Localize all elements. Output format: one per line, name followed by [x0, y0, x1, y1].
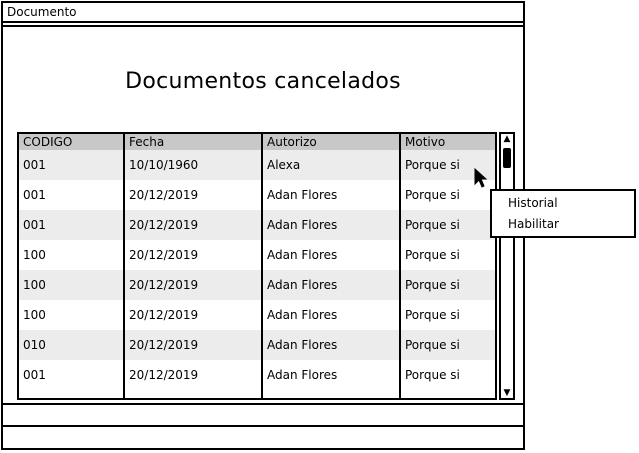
triangle-down-icon[interactable]: ▼: [502, 388, 512, 398]
table-row[interactable]: 001 20/12/2019 Adan Flores Porque si: [19, 360, 495, 390]
cell-codigo: 001: [23, 368, 46, 382]
menu-item-habilitar[interactable]: Habilitar: [508, 216, 559, 232]
window-toolbar-strip: [3, 23, 523, 27]
cell-codigo: 001: [23, 188, 46, 202]
column-divider: [261, 134, 263, 398]
cell-motivo: Porque si: [405, 278, 460, 292]
window-titlebar: Documento: [3, 3, 523, 23]
cell-motivo: Porque si: [405, 218, 460, 232]
cell-autorizo: Adan Flores: [267, 278, 338, 292]
window-title: Documento: [7, 5, 77, 19]
cell-autorizo: Adan Flores: [267, 218, 338, 232]
table-scrollbar[interactable]: ▲ ▼: [499, 132, 515, 400]
table-header: CODIGO Fecha Autorizo Motivo: [19, 134, 495, 150]
column-divider: [123, 134, 125, 398]
cell-autorizo: Adan Flores: [267, 338, 338, 352]
cell-codigo: 001: [23, 218, 46, 232]
cell-motivo: Porque si: [405, 308, 460, 322]
cell-fecha: 20/12/2019: [129, 218, 199, 232]
cell-codigo: 010: [23, 338, 46, 352]
cell-codigo: 100: [23, 248, 46, 262]
cell-autorizo: Adan Flores: [267, 308, 338, 322]
column-header-motivo[interactable]: Motivo: [401, 134, 495, 150]
cell-motivo: Porque si: [405, 248, 460, 262]
cell-motivo: Porque si: [405, 368, 460, 382]
cell-fecha: 10/10/1960: [129, 158, 199, 172]
cell-fecha: 20/12/2019: [129, 188, 199, 202]
menu-item-historial[interactable]: Historial: [508, 195, 558, 211]
triangle-up-icon[interactable]: ▲: [502, 134, 512, 144]
mouse-pointer-icon: [474, 168, 488, 188]
table-row[interactable]: 100 20/12/2019 Adan Flores Porque si: [19, 300, 495, 330]
status-bar: [3, 403, 523, 427]
column-divider: [399, 134, 401, 398]
column-header-fecha[interactable]: Fecha: [125, 134, 261, 150]
document-window: Documento Documentos cancelados CODIGO F…: [1, 1, 525, 450]
documents-table: CODIGO Fecha Autorizo Motivo 001 10/10/19…: [17, 132, 497, 400]
cell-autorizo: Adan Flores: [267, 188, 338, 202]
table-row[interactable]: 001 20/12/2019 Adan Flores Porque si: [19, 210, 495, 240]
scroll-thumb[interactable]: [503, 148, 511, 168]
table-row[interactable]: 001 10/10/1960 Alexa Porque si: [19, 150, 495, 180]
column-header-autorizo[interactable]: Autorizo: [263, 134, 399, 150]
cell-fecha: 20/12/2019: [129, 278, 199, 292]
cell-fecha: 20/12/2019: [129, 338, 199, 352]
cell-fecha: 20/12/2019: [129, 308, 199, 322]
cell-codigo: 100: [23, 308, 46, 322]
table-row[interactable]: 100 20/12/2019 Adan Flores Porque si: [19, 270, 495, 300]
cell-codigo: 001: [23, 158, 46, 172]
table-row[interactable]: 010 20/12/2019 Adan Flores Porque si: [19, 330, 495, 360]
cell-codigo: 100: [23, 278, 46, 292]
cell-autorizo: Alexa: [267, 158, 301, 172]
cell-fecha: 20/12/2019: [129, 368, 199, 382]
context-menu: Historial Habilitar: [490, 189, 636, 238]
table-row[interactable]: 001 20/12/2019 Adan Flores Porque si: [19, 180, 495, 210]
cell-autorizo: Adan Flores: [267, 368, 338, 382]
column-header-codigo[interactable]: CODIGO: [19, 134, 123, 150]
cell-fecha: 20/12/2019: [129, 248, 199, 262]
cell-autorizo: Adan Flores: [267, 248, 338, 262]
cell-motivo: Porque si: [405, 338, 460, 352]
page-title: Documentos cancelados: [125, 69, 401, 94]
table-row[interactable]: 100 20/12/2019 Adan Flores Porque si: [19, 240, 495, 270]
